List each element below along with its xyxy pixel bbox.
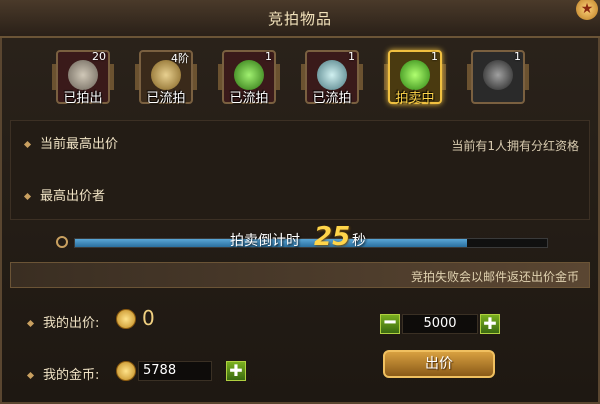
item-slot[interactable]: 1 已流拍 (218, 48, 280, 110)
bid-amount-input[interactable]: 5000 (402, 314, 478, 334)
item-status: 已拍出 (63, 91, 103, 106)
my-bid-value: 0 (142, 306, 155, 330)
potion-icon (234, 60, 264, 90)
item-count: 1 (348, 50, 355, 63)
gold-coin-icon (116, 361, 136, 381)
item-status: 已流拍 (146, 91, 186, 106)
item-count: 1 (514, 50, 521, 63)
bag-icon (483, 60, 513, 90)
item-status: 已流拍 (229, 91, 269, 106)
bid-button[interactable]: 出价 (383, 350, 495, 378)
item-slot[interactable]: 4阶 已流拍 (135, 48, 197, 110)
auction-items: 20 已拍出 4阶 已流拍 1 已流拍 1 已流拍 1 拍卖中 1 (0, 40, 600, 112)
my-gold-value: 5788 (138, 361, 212, 381)
item-slot[interactable]: 1 (467, 48, 529, 110)
refund-notice: 竞拍失败会以邮件返还出价金币 (10, 262, 590, 288)
diamond-icon (23, 140, 32, 149)
highest-bidder-label: 最高出价者 (40, 189, 106, 204)
window-title: 竞拍物品 (267, 10, 332, 28)
countdown-timer: 拍卖倒计时 25 秒 (56, 222, 548, 256)
diamond-icon (23, 192, 32, 201)
my-gold-label: 我的金币: (43, 368, 100, 383)
countdown-label: 拍卖倒计时 (230, 233, 300, 249)
item-count: 1 (265, 50, 272, 63)
dividend-text: 当前有1人拥有分红资格 (451, 139, 579, 153)
item-status: 已流拍 (312, 91, 352, 106)
title-bar: 竞拍物品 ★ (0, 0, 600, 38)
item-count: 1 (431, 50, 438, 63)
item-count: 20 (92, 50, 106, 63)
increase-bid-button[interactable]: ✚ (480, 314, 500, 334)
gold-coin-icon (116, 309, 136, 329)
statue-icon (68, 60, 98, 90)
my-gold-row: 我的金币: (26, 364, 100, 383)
ring-icon (317, 60, 347, 90)
highest-bid-label: 当前最高出价 (40, 137, 119, 152)
item-slot-active[interactable]: 1 拍卖中 (384, 48, 446, 110)
countdown-value: 25 (314, 222, 351, 252)
highest-bidder-row: 最高出价者 (23, 185, 106, 204)
item-slot[interactable]: 1 已流拍 (301, 48, 363, 110)
refund-notice-text: 竞拍失败会以邮件返还出价金币 (410, 270, 579, 284)
countdown-unit: 秒 (352, 233, 366, 249)
highest-bid-row: 当前最高出价 (23, 133, 119, 152)
my-bid-row: 我的出价: (26, 312, 100, 331)
my-bid-label: 我的出价: (43, 316, 100, 331)
diamond-icon (26, 371, 35, 380)
item-status: 拍卖中 (395, 91, 435, 106)
bid-info-panel: 当前最高出价 当前有1人拥有分红资格 最高出价者 (10, 120, 590, 220)
item-slot[interactable]: 20 已拍出 (52, 48, 114, 110)
countdown-bar (74, 238, 548, 248)
clock-icon (56, 236, 68, 248)
add-gold-button[interactable]: ✚ (226, 361, 246, 381)
diamond-icon (26, 319, 35, 328)
decrease-bid-button[interactable]: ━ (380, 314, 400, 334)
potion-icon (400, 60, 430, 90)
item-count: 4阶 (171, 52, 189, 65)
